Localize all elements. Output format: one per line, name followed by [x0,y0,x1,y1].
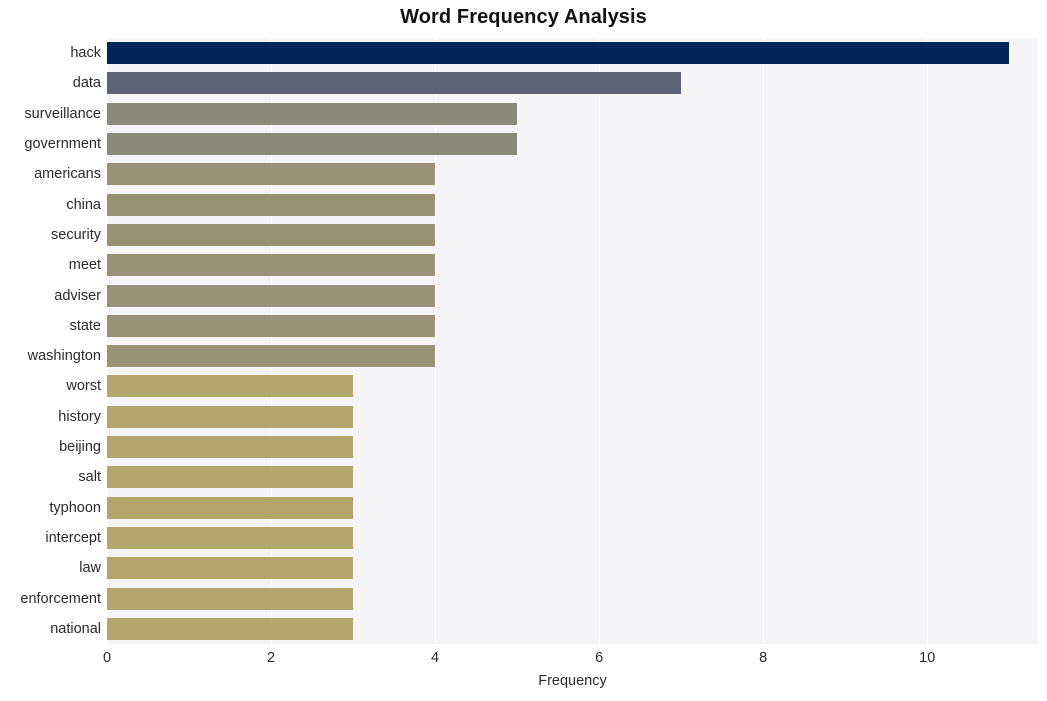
bars-layer [107,38,1038,644]
bar [107,254,436,277]
y-tick-label: beijing [59,439,101,456]
y-tick-label: typhoon [49,499,101,516]
chart-title: Word Frequency Analysis [400,6,647,28]
bar [107,102,518,125]
y-tick-label: state [69,317,101,334]
y-tick-label: security [51,226,101,243]
bar [107,617,354,640]
y-tick-label: meet [68,257,101,274]
y-tick-label: law [79,560,101,577]
chart-figure: Word Frequency Analysis hack data surveill… [0,0,1047,701]
x-axis-tick-labels: 0 2 4 6 8 10 [103,644,1038,674]
plot-area [107,38,1038,644]
y-tick-label: adviser [54,287,101,304]
bar [107,223,436,246]
bar [107,284,436,307]
x-tick-label: 0 [102,650,112,666]
x-tick-label: 6 [595,650,604,666]
bar [107,42,1010,65]
bar [107,375,354,398]
bar [107,163,436,186]
x-tick-label: 2 [267,650,276,666]
y-tick-label: china [66,196,101,213]
y-tick-label: enforcement [20,590,101,607]
bar [107,133,518,156]
bar [107,405,354,428]
x-axis-title: Frequency [538,673,607,689]
x-tick-label: 10 [919,650,936,666]
bar [107,72,682,95]
y-axis-tick-labels: hack data surveillance government americans c… [0,38,101,644]
bar [107,557,354,580]
y-tick-label: surveillance [24,105,101,122]
bar [107,193,436,216]
bar [107,526,354,549]
y-tick-label: washington [27,348,101,365]
bar [107,587,354,610]
y-tick-label: intercept [45,529,101,546]
bar [107,466,354,489]
x-tick-label: 8 [759,650,768,666]
bar [107,314,436,337]
x-tick-label: 4 [431,650,440,666]
y-tick-label: data [72,75,101,92]
bar [107,345,436,368]
y-tick-label: salt [78,469,101,486]
y-tick-label: national [50,620,101,637]
y-tick-label: hack [70,45,101,62]
y-tick-label: americans [34,166,101,183]
bar [107,436,354,459]
y-tick-label: government [24,136,101,153]
y-tick-label: worst [66,378,101,395]
y-tick-label: history [58,408,101,425]
bar [107,496,354,519]
